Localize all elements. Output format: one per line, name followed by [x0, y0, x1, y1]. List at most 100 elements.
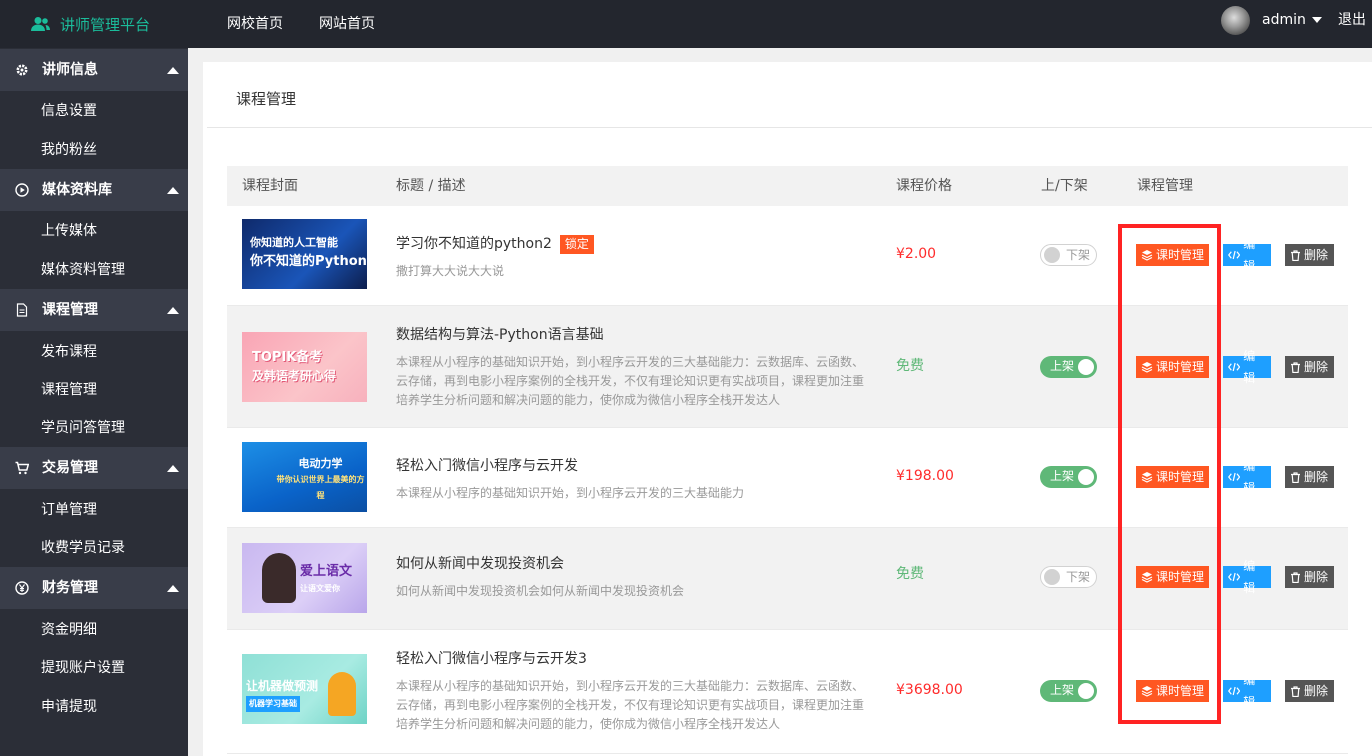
brand-title: 讲师管理平台 — [60, 15, 151, 34]
edit-button[interactable]: 编辑 — [1223, 459, 1271, 495]
highlight-box — [1118, 224, 1221, 724]
avatar[interactable] — [1221, 6, 1250, 35]
gear-icon — [16, 64, 28, 76]
sidebar-item-my-fans[interactable]: 我的粉丝 — [41, 140, 97, 160]
course-description: 本课程从小程序的基础知识开始，到小程序云开发的三大基础能力：云数据库、云函数、云… — [396, 355, 865, 407]
toggle-label: 上架 — [1050, 359, 1075, 373]
course-title[interactable]: 学习你不知道的python2 锁定 — [396, 234, 594, 254]
sidebar-item-course-management[interactable]: 课程管理 — [41, 380, 97, 400]
toggle-label: 下架 — [1066, 570, 1091, 584]
button-label: 编辑 — [1243, 559, 1256, 595]
button-label: 编辑 — [1243, 673, 1256, 709]
cover-text: 带你认识世界上最美的方程 — [276, 475, 365, 500]
sidebar-item-withdraw-account[interactable]: 提现账户设置 — [41, 658, 125, 678]
trash-icon — [1291, 571, 1300, 583]
publish-toggle[interactable]: 上架 — [1040, 680, 1097, 702]
sidebar-item-media-management[interactable]: 媒体资料管理 — [41, 260, 125, 280]
sidebar-item-paid-students[interactable]: 收费学员记录 — [41, 538, 125, 558]
cover-text: 电动力学 — [298, 457, 343, 470]
course-title[interactable]: 轻松入门微信小程序与云开发3 — [396, 649, 587, 669]
locked-badge: 锁定 — [559, 234, 594, 254]
course-title[interactable]: 轻松入门微信小程序与云开发 — [396, 456, 578, 476]
brand[interactable]: 讲师管理平台 — [31, 11, 150, 37]
cover-text: 你知道的人工智能 — [250, 236, 338, 249]
code-icon — [1228, 362, 1241, 372]
chevron-up-icon — [167, 585, 179, 592]
sidebar-item-publish-course[interactable]: 发布课程 — [41, 342, 97, 362]
sidebar-group-course-management[interactable]: 课程管理 — [0, 289, 188, 331]
button-label: 删除 — [1304, 470, 1329, 484]
delete-button[interactable]: 删除 — [1285, 356, 1334, 378]
play-circle-icon — [15, 183, 29, 197]
nav-site-home[interactable]: 网站首页 — [319, 12, 375, 36]
publish-toggle[interactable]: 下架 — [1040, 244, 1097, 266]
sidebar-item-student-qa[interactable]: 学员问答管理 — [41, 418, 125, 438]
course-price: 免费 — [896, 566, 924, 582]
caret-down-icon — [1311, 17, 1322, 23]
course-price: ¥2.00 — [896, 246, 937, 262]
course-price: ¥3698.00 — [896, 682, 963, 698]
users-icon — [31, 17, 50, 31]
delete-button[interactable]: 删除 — [1285, 680, 1334, 702]
sidebar-group-transactions[interactable]: 交易管理 — [0, 447, 188, 489]
edit-button[interactable]: 编辑 — [1223, 349, 1271, 385]
button-label: 编辑 — [1243, 459, 1256, 495]
course-cover-image[interactable]: 让机器做预测 机器学习基础 — [242, 654, 367, 724]
course-description: 撒打算大大说大大说 — [396, 264, 505, 278]
edit-button[interactable]: 编辑 — [1223, 237, 1271, 273]
cover-text: 你不知道的Python — [250, 254, 367, 269]
document-icon — [16, 303, 28, 317]
sidebar-group-teacher-info[interactable]: 讲师信息 — [0, 49, 188, 91]
edit-button[interactable]: 编辑 — [1223, 673, 1271, 709]
course-title[interactable]: 数据结构与算法-Python语言基础 — [396, 325, 604, 345]
divider — [207, 127, 1372, 128]
column-header-status: 上/下架 — [1041, 178, 1088, 194]
sidebar-group-finance[interactable]: 财务管理 — [0, 567, 188, 609]
trash-icon — [1291, 471, 1300, 483]
button-label: 编辑 — [1243, 237, 1256, 273]
delete-button[interactable]: 删除 — [1285, 244, 1334, 266]
course-price: ¥198.00 — [896, 468, 954, 484]
logout-link[interactable]: 退出 — [1338, 10, 1366, 30]
delete-button[interactable]: 删除 — [1285, 466, 1334, 488]
trash-icon — [1291, 685, 1300, 697]
column-header-manage: 课程管理 — [1137, 178, 1193, 194]
sidebar-group-label: 课程管理 — [42, 302, 98, 318]
course-description: 本课程从小程序的基础知识开始，到小程序云开发的三大基础能力 — [396, 486, 745, 500]
cover-text: 及韩语考研心得 — [252, 369, 337, 383]
toggle-knob — [1078, 469, 1094, 485]
button-label: 编辑 — [1243, 349, 1256, 385]
course-cover-image[interactable]: 你知道的人工智能 你不知道的Python — [242, 219, 367, 289]
publish-toggle[interactable]: 上架 — [1040, 356, 1097, 378]
top-bar: 讲师管理平台 网校首页 网站首页 admin 退出 — [0, 0, 1372, 48]
chevron-up-icon — [167, 465, 179, 472]
sidebar-item-orders[interactable]: 订单管理 — [41, 500, 97, 520]
course-cover-image[interactable]: TOPIK备考 及韩语考研心得 — [242, 332, 367, 402]
cover-text: 让机器做预测 — [246, 679, 319, 693]
course-cover-image[interactable]: 电动力学 带你认识世界上最美的方程 — [242, 442, 367, 512]
publish-toggle[interactable]: 上架 — [1040, 466, 1097, 488]
cover-figure — [262, 553, 296, 603]
cover-text: TOPIK备考 — [252, 350, 323, 365]
sidebar-item-upload-media[interactable]: 上传媒体 — [41, 221, 97, 241]
sidebar-group-label: 财务管理 — [42, 580, 98, 596]
publish-toggle[interactable]: 下架 — [1040, 566, 1097, 588]
sidebar-group-media-library[interactable]: 媒体资料库 — [0, 169, 188, 211]
toggle-label: 上架 — [1050, 469, 1075, 483]
course-price: 免费 — [896, 358, 924, 374]
edit-button[interactable]: 编辑 — [1223, 559, 1271, 595]
sidebar-item-apply-withdraw[interactable]: 申请提现 — [41, 697, 97, 717]
chevron-up-icon — [167, 307, 179, 314]
toggle-knob — [1044, 569, 1060, 585]
nav-school-home[interactable]: 网校首页 — [227, 12, 283, 36]
toggle-label: 下架 — [1066, 248, 1091, 262]
course-cover-image[interactable]: 爱上语文 让语文爱你 — [242, 543, 367, 613]
yen-circle-icon — [15, 581, 29, 595]
sidebar-item-fund-details[interactable]: 资金明细 — [41, 620, 97, 640]
delete-button[interactable]: 删除 — [1285, 566, 1334, 588]
page-title: 课程管理 — [236, 90, 297, 108]
sidebar-item-info-settings[interactable]: 信息设置 — [41, 101, 97, 121]
cover-text: 爱上语文 — [300, 564, 353, 579]
user-menu[interactable]: admin — [1262, 10, 1322, 30]
course-title[interactable]: 如何从新闻中发现投资机会 — [396, 554, 564, 574]
